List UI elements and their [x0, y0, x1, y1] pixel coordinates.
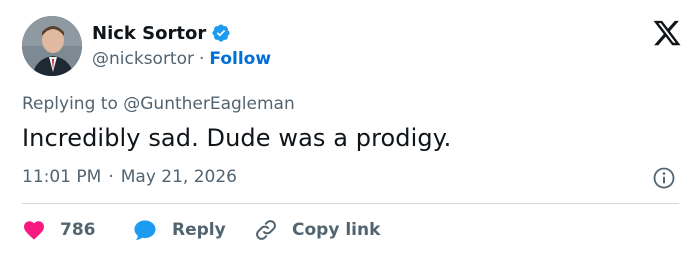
replying-to: Replying to @GuntherEagleman — [22, 94, 295, 114]
avatar[interactable] — [22, 16, 82, 76]
like-button[interactable]: 786 — [22, 218, 132, 242]
copy-link-label: Copy link — [292, 220, 381, 240]
tweet-text: Incredibly sad. Dude was a prodigy. — [22, 124, 452, 152]
tweet-time: 11:01 PM — [22, 167, 102, 187]
handle-row: @nicksortor · Follow — [92, 48, 271, 70]
reply-button[interactable]: Reply — [132, 218, 254, 242]
follow-button[interactable]: Follow — [209, 49, 271, 69]
link-icon — [256, 220, 276, 240]
tweet-header: Nick Sortor @nicksortor · Follow — [22, 16, 682, 78]
speech-bubble-icon — [134, 220, 156, 240]
avatar-image — [22, 16, 82, 76]
x-logo-icon[interactable] — [652, 18, 682, 48]
separator-dot: · — [199, 49, 205, 69]
handle[interactable]: @nicksortor — [92, 49, 194, 69]
divider — [22, 203, 679, 204]
reply-label: Reply — [172, 220, 226, 240]
action-bar: 786 Reply Copy link — [22, 216, 380, 244]
replying-prefix: Replying to — [22, 94, 118, 114]
like-count: 786 — [60, 220, 96, 240]
separator-dot: · — [108, 167, 114, 187]
tweet-timestamp[interactable]: 11:01 PM · May 21, 2026 — [22, 167, 237, 187]
author-identity: Nick Sortor @nicksortor · Follow — [92, 22, 271, 70]
tweet-date: May 21, 2026 — [120, 167, 237, 187]
info-icon[interactable] — [652, 166, 676, 190]
name-row: Nick Sortor — [92, 22, 271, 44]
reply-mention-link[interactable]: @GuntherEagleman — [123, 94, 295, 114]
heart-icon — [24, 221, 44, 240]
copy-link-button[interactable]: Copy link — [254, 218, 380, 242]
verified-badge-icon — [211, 23, 231, 43]
display-name[interactable]: Nick Sortor — [92, 23, 206, 44]
